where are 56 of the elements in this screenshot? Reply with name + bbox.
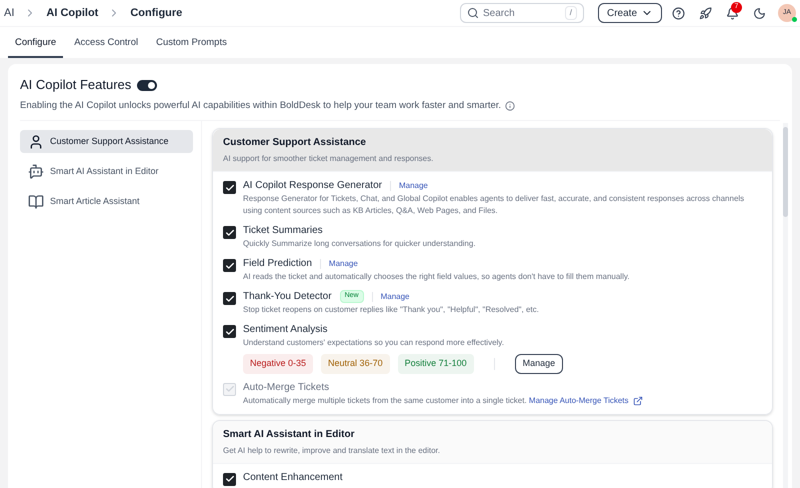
sidebar-item[interactable]: Customer Support Assistance: [20, 130, 193, 153]
feature-title: Thank-You Detector: [243, 290, 332, 303]
manage-button[interactable]: Manage: [514, 354, 564, 374]
section-subtitle: AI support for smoother ticket management and responses.: [223, 153, 434, 165]
checkbox[interactable]: [223, 472, 236, 486]
search-icon: [466, 7, 479, 19]
feature-title: AI Copilot Response Generator: [243, 179, 382, 192]
checkbox[interactable]: [223, 292, 236, 305]
sentiment-range-tag: Negative 0-35: [243, 354, 314, 374]
book-icon: [28, 194, 44, 210]
info-icon[interactable]: [505, 100, 516, 111]
feature-description: Stop ticket reopens on customer replies like "Thank you", "Helpful", "Resolved", etc.: [243, 304, 539, 316]
breadcrumb-item[interactable]: AI Copilot: [46, 4, 98, 22]
tab[interactable]: Access Control: [67, 36, 146, 58]
person-icon: [28, 134, 44, 150]
search-input[interactable]: Search: [482, 6, 553, 20]
manage-link[interactable]: Manage: [380, 290, 410, 302]
sidebar-item[interactable]: Smart Article Assistant: [20, 190, 193, 213]
feature-description: Understand customers' expectations so you can respond more effectively.: [243, 337, 505, 349]
features-toggle[interactable]: [137, 80, 158, 90]
feature-description: Automatically merge multiple tickets from the same customer into a single ticket. Manage Auto-Merge Tickets: [243, 394, 643, 406]
feature-title: Ticket Summaries: [243, 224, 323, 237]
sentiment-range-tag: Neutral 36-70: [321, 354, 390, 374]
search-field[interactable]: Search /: [460, 3, 584, 23]
feature-title: Content Enhancement: [243, 470, 343, 484]
bot-icon: [28, 164, 44, 180]
manage-link[interactable]: Manage: [328, 258, 358, 270]
external-link-icon: [632, 396, 643, 406]
section-title: Smart AI Assistant in Editor: [223, 428, 356, 442]
manage-link[interactable]: Manage: [398, 180, 428, 192]
checkbox[interactable]: [223, 226, 236, 239]
feature-description: AI reads the ticket and automatically chooses the right field values, so agents don't have to fill them manually.: [243, 271, 630, 283]
help-icon[interactable]: [672, 6, 685, 20]
features-description: Enabling the AI Copilot unlocks powerful AI capabilities within BoldDesk to help your team work faster and smarter.: [20, 98, 502, 113]
breadcrumb-item[interactable]: AI: [4, 4, 14, 22]
checkbox[interactable]: [223, 181, 236, 194]
checkbox[interactable]: [223, 325, 236, 338]
create-button[interactable]: Create: [598, 3, 662, 23]
features-title: AI Copilot Features: [20, 76, 132, 94]
rocket-icon[interactable]: [699, 6, 712, 20]
feature-title: Auto-Merge Tickets: [243, 380, 330, 394]
shortcut-key: /: [564, 6, 577, 20]
feature-description: Quickly Summarize long conversations for quicker understanding.: [243, 238, 476, 250]
notification-icon[interactable]: [726, 6, 739, 20]
section-title: Customer Support Assistance: [223, 136, 367, 150]
sentiment-range-tag: Positive 71-100: [398, 354, 474, 374]
checkbox[interactable]: [223, 259, 236, 272]
dark-mode-icon[interactable]: [753, 6, 766, 20]
feature-title: Sentiment Analysis: [243, 323, 328, 336]
tab[interactable]: Custom Prompts: [149, 36, 234, 58]
section-subtitle: Get AI help to rewrite, improve and translate text in the editor.: [223, 444, 442, 456]
sidebar-item[interactable]: Smart AI Assistant in Editor: [20, 160, 193, 183]
feature-title: Field Prediction: [243, 257, 312, 270]
feature-description: Response Generator for Tickets, Chat, and Global Copilot enables agents to deliver fast, accurate, and consistent responses across channels using content sources such as KB Articles, Q&A, Web Pages, and Files.: [243, 193, 746, 217]
scrollbar[interactable]: [783, 123, 788, 488]
breadcrumb-item: Configure: [130, 6, 182, 21]
